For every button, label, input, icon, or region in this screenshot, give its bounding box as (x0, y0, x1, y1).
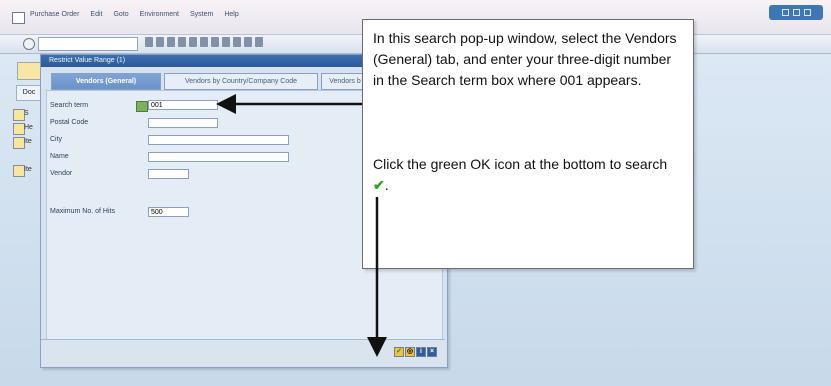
city-label: City (50, 136, 63, 143)
left-panel-label-2: He (24, 124, 33, 131)
popup-tabs: Vendors (General) Vendors by Country/Com… (51, 73, 369, 90)
instruction-paragraph-2-text: Click the green OK icon at the bottom to… (373, 156, 668, 172)
last-page-icon[interactable] (255, 37, 263, 47)
find-icon[interactable] (200, 37, 208, 47)
find-next-icon[interactable] (211, 37, 219, 47)
close-window-icon[interactable] (803, 9, 811, 16)
search-help-icon[interactable] (136, 101, 148, 112)
first-page-icon[interactable] (222, 37, 230, 47)
menu-item-help[interactable]: Help (224, 11, 238, 18)
name-label: Name (50, 153, 69, 160)
city-input[interactable] (148, 135, 289, 145)
ok-icon[interactable]: ✓ (394, 347, 404, 357)
green-check-icon: ✔ (373, 177, 385, 193)
search-term-input[interactable]: 001 (148, 100, 218, 110)
main-menu: Purchase Order Edit Goto Environment Sys… (30, 11, 239, 18)
menu-item-goto[interactable]: Goto (113, 11, 128, 18)
postal-code-input[interactable] (148, 118, 218, 128)
menu-item-edit[interactable]: Edit (90, 11, 102, 18)
back-icon[interactable] (145, 37, 153, 47)
next-page-icon[interactable] (244, 37, 252, 47)
command-field[interactable] (38, 37, 138, 51)
instruction-period: . (384, 177, 389, 193)
minimize-icon[interactable] (781, 9, 789, 16)
left-panel-label-3: Ite (24, 138, 32, 145)
info-icon[interactable]: i (416, 347, 426, 357)
menu-item-purchase-order[interactable]: Purchase Order (30, 11, 79, 18)
instruction-paragraph-1: In this search pop-up window, select the… (373, 30, 677, 88)
ok-icon[interactable] (23, 38, 35, 50)
name-input[interactable] (148, 152, 289, 162)
popup-buttons: ✓ ◎ i × (394, 347, 437, 357)
instruction-paragraph-2: Click the green OK icon at the bottom to… (373, 154, 681, 196)
popup-button-bar: ✓ ◎ i × (41, 339, 445, 366)
vendor-label: Vendor (50, 170, 73, 177)
cancel-icon[interactable] (178, 37, 186, 47)
instruction-callout: In this search pop-up window, select the… (362, 19, 694, 269)
maximize-icon[interactable] (792, 9, 800, 16)
doc-button[interactable]: Doc (16, 85, 42, 101)
search-term-label: Search term (50, 102, 89, 109)
max-hits-input[interactable]: 500 (148, 207, 189, 217)
vendor-input[interactable] (148, 169, 189, 179)
menu-item-system[interactable]: System (190, 11, 213, 18)
tab-vendors-general[interactable]: Vendors (General) (51, 73, 161, 90)
left-panel-label-1: S (24, 110, 29, 117)
save-icon[interactable] (167, 37, 175, 47)
max-hits-label: Maximum No. of Hits (50, 208, 115, 215)
menu-window-icon[interactable] (12, 12, 25, 24)
window-controls (769, 5, 823, 20)
prev-page-icon[interactable] (233, 37, 241, 47)
postal-code-label: Postal Code (50, 119, 89, 126)
close-icon[interactable]: × (427, 347, 437, 357)
menu-item-environment[interactable]: Environment (140, 11, 179, 18)
print-icon[interactable] (189, 37, 197, 47)
exit-icon[interactable] (156, 37, 164, 47)
search-icon[interactable]: ◎ (405, 347, 415, 357)
left-panel-label-4: Ite (24, 166, 32, 173)
toolbar-icons (145, 37, 263, 47)
tab-vendors-country-company[interactable]: Vendors by Country/Company Code (164, 73, 318, 90)
